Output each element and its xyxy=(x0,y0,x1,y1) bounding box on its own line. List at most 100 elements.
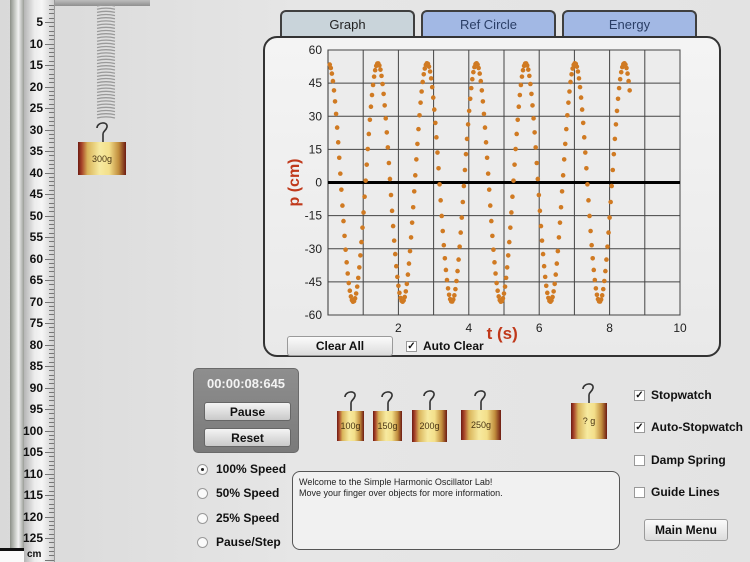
ruler-tick xyxy=(49,219,54,221)
y-axis-label: p (cm) xyxy=(286,159,303,207)
data-point xyxy=(534,160,540,166)
data-point xyxy=(626,78,631,84)
data-point xyxy=(617,76,623,82)
ruler-tick xyxy=(45,409,54,410)
mass-200g[interactable]: 200g xyxy=(412,410,447,442)
data-point xyxy=(383,116,389,121)
radio-unselected-icon[interactable] xyxy=(197,512,208,524)
ruler-tick xyxy=(49,550,54,552)
tab-energy[interactable]: Energy xyxy=(562,10,697,37)
spring-coil xyxy=(96,39,116,42)
stopwatch-checkbox[interactable]: ✓ Stopwatch xyxy=(634,388,712,402)
mass-unknown[interactable]: ? g xyxy=(571,403,607,439)
data-point xyxy=(338,171,343,176)
data-point xyxy=(452,293,457,298)
data-point xyxy=(360,225,365,230)
speed-50-radio[interactable]: 50% Speed xyxy=(197,486,279,500)
data-point xyxy=(430,95,436,100)
speed-100-radio[interactable]: 100% Speed xyxy=(197,462,286,476)
ruler-tick xyxy=(49,464,54,466)
data-point xyxy=(508,225,513,230)
radio-unselected-icon[interactable] xyxy=(197,536,208,548)
data-point xyxy=(625,71,630,76)
data-point xyxy=(443,267,449,273)
clear-all-button[interactable]: Clear All xyxy=(287,336,393,356)
ruler-tick xyxy=(49,499,54,501)
data-point xyxy=(410,204,416,210)
checkbox-checked-icon[interactable]: ✓ xyxy=(634,421,645,433)
ruler-tick xyxy=(49,460,54,462)
data-point xyxy=(439,213,444,219)
ruler-tick xyxy=(45,452,54,453)
ruler-tick xyxy=(45,86,54,88)
ruler-tick xyxy=(49,30,54,32)
mass-250g[interactable]: 250g xyxy=(461,410,501,440)
data-point xyxy=(483,140,489,145)
data-point xyxy=(387,176,393,182)
data-point xyxy=(613,122,619,127)
spring-coil xyxy=(96,23,116,26)
data-point xyxy=(536,192,542,198)
hanging-mass-300g[interactable]: 300g xyxy=(78,142,126,175)
info-line-2: Move your finger over objects for more i… xyxy=(299,488,503,498)
tab-ref-circle[interactable]: Ref Circle xyxy=(421,10,556,37)
y-tick-label: -45 xyxy=(305,275,323,289)
data-point xyxy=(585,182,590,187)
data-point xyxy=(591,267,597,273)
data-point xyxy=(333,111,339,117)
radio-selected-icon[interactable] xyxy=(197,463,208,475)
ruler-tick xyxy=(49,439,54,441)
option-label: Auto-Stopwatch xyxy=(651,420,743,434)
radio-unselected-icon[interactable] xyxy=(197,487,208,499)
data-point xyxy=(411,189,417,194)
ruler-tick xyxy=(45,495,54,496)
ruler-tick xyxy=(45,430,54,432)
data-point xyxy=(574,64,580,69)
mass-100g[interactable]: 100g xyxy=(337,411,364,441)
data-point xyxy=(624,65,629,71)
data-point xyxy=(503,275,509,281)
data-point xyxy=(341,218,346,224)
ruler-tick xyxy=(49,520,54,522)
ruler-tick xyxy=(49,77,54,79)
spring-icon[interactable] xyxy=(95,0,117,122)
data-point xyxy=(445,286,451,291)
auto-clear-checkbox[interactable]: ✓ Auto Clear xyxy=(406,339,484,353)
checkbox-unchecked-icon[interactable] xyxy=(634,486,645,498)
data-point xyxy=(440,228,446,234)
checkbox-unchecked-icon[interactable] xyxy=(634,454,645,466)
mass-label: 100g xyxy=(340,421,361,431)
data-point xyxy=(478,78,484,84)
checkbox-checked-icon[interactable]: ✓ xyxy=(634,389,645,401)
ruler-tick xyxy=(49,168,54,170)
ruler-tick xyxy=(49,69,54,71)
ruler-label: 30 xyxy=(29,122,43,137)
damp-spring-checkbox[interactable]: Damp Spring xyxy=(634,453,726,467)
data-point xyxy=(518,82,524,88)
auto-stopwatch-checkbox[interactable]: ✓ Auto-Stopwatch xyxy=(634,420,743,434)
speed-25-radio[interactable]: 25% Speed xyxy=(197,511,279,525)
data-point xyxy=(605,244,610,249)
data-point xyxy=(520,67,526,73)
mass-150g[interactable]: 150g xyxy=(373,411,402,441)
data-point xyxy=(370,82,376,88)
main-menu-button[interactable]: Main Menu xyxy=(644,519,728,541)
ruler-tick xyxy=(49,374,54,376)
data-point xyxy=(463,151,469,157)
spring-coil xyxy=(96,68,116,71)
pause-button[interactable]: Pause xyxy=(204,402,291,421)
checkbox-checked-icon[interactable]: ✓ xyxy=(406,340,417,352)
tab-graph[interactable]: Graph xyxy=(280,10,415,37)
pause-step-radio[interactable]: Pause/Step xyxy=(197,535,281,549)
tab-label: Energy xyxy=(608,17,651,32)
guide-lines-checkbox[interactable]: Guide Lines xyxy=(634,485,720,499)
y-tick-label: 60 xyxy=(309,43,323,57)
data-point xyxy=(578,95,584,100)
data-point xyxy=(525,67,531,72)
data-point xyxy=(433,120,438,126)
data-point xyxy=(340,203,345,208)
data-point xyxy=(344,260,349,265)
data-point xyxy=(482,125,488,130)
reset-button[interactable]: Reset xyxy=(204,428,291,447)
data-point xyxy=(331,88,337,93)
